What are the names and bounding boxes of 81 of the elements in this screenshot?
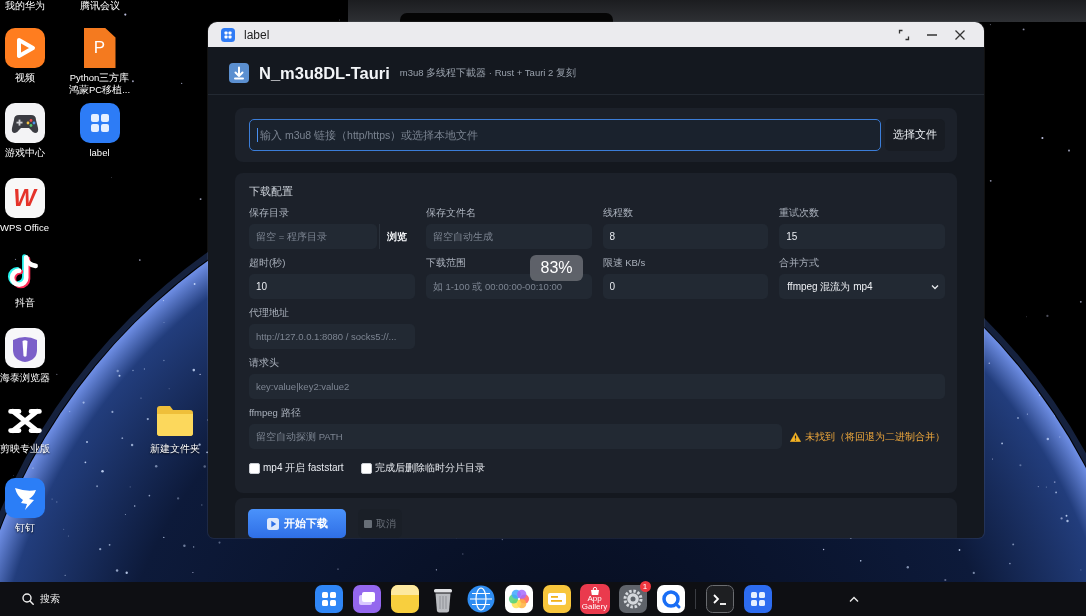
ring-app-icon[interactable] [656, 585, 685, 613]
browse-button[interactable]: 浏览 [378, 224, 415, 249]
icon-label[interactable]: label [89, 147, 110, 159]
app-subtitle: m3u8 多线程下載器 · Rust + Tauri 2 复刻 [399, 66, 576, 80]
choose-file-button[interactable]: 选择文件 [885, 119, 945, 151]
play-app-icon[interactable] [4, 28, 45, 68]
notes-icon[interactable] [390, 585, 419, 613]
window-title: label [244, 27, 270, 42]
icon-label[interactable]: 新建文件夹 [149, 443, 200, 455]
field-label: 代理地址 [249, 307, 289, 319]
globe-icon[interactable] [466, 585, 495, 613]
input-field[interactable]: 15 [779, 224, 945, 249]
wing-app-icon[interactable] [4, 478, 45, 518]
input-field[interactable]: 留空 = 程序目录 [249, 224, 377, 249]
field-label: 保存文件名 [425, 207, 476, 219]
field-label: 请求头 [249, 357, 279, 369]
icon-label[interactable]: 海泰浏览器 [0, 372, 50, 384]
download-icon [229, 63, 249, 83]
field-label: 重试次数 [779, 207, 820, 219]
icon-label[interactable]: 游戏中心 [4, 147, 45, 159]
wallet-icon[interactable] [542, 585, 571, 613]
icon-label[interactable]: 剪映专业版 [0, 443, 50, 455]
terminal-icon[interactable] [705, 585, 734, 613]
field-label: ffmpeg 路径 [249, 407, 301, 419]
input-field[interactable]: 留空自动生成 [425, 224, 592, 249]
icon-label[interactable]: 抖音 [14, 297, 35, 309]
search-button[interactable]: 搜索 [22, 592, 60, 606]
field-label: 保存目录 [249, 207, 289, 219]
app-icon [221, 27, 235, 42]
section-heading: 下载配置 [249, 184, 293, 198]
field-label: 超时(秒) [249, 257, 286, 269]
stop-icon [364, 519, 372, 528]
input-field[interactable]: 8 [602, 224, 769, 249]
play-icon [267, 517, 279, 530]
dropdown[interactable]: ffmpeg 混流为 mp4 [779, 274, 945, 299]
office-app-icon[interactable]: W [4, 178, 45, 218]
checkbox[interactable] [360, 462, 372, 474]
field-label: 下载范围 [425, 257, 466, 269]
warning-message: 未找到（将回退为二进制合并） [805, 429, 945, 444]
shield-app-icon[interactable] [4, 328, 45, 368]
icon-label[interactable]: 腾讯会议 [79, 0, 120, 12]
field-label: 线程数 [602, 207, 633, 219]
icon-label[interactable]: 视频 [14, 72, 35, 84]
chevron-down-icon [931, 283, 939, 290]
input-field[interactable]: http://127.0.0.1:8080 / socks5://... [249, 324, 415, 349]
gamepad-icon[interactable] [4, 103, 45, 143]
grid-app-icon[interactable] [79, 103, 120, 143]
input-field[interactable]: 10 [249, 274, 415, 299]
icon-label[interactable]: 我的华为 [4, 0, 45, 12]
app-store-button[interactable]: App Gallery [579, 584, 610, 614]
search-icon [22, 593, 34, 605]
warning-icon [790, 431, 801, 442]
grid-app-icon[interactable] [743, 585, 772, 613]
icon-label[interactable]: 钉钉 [14, 522, 35, 534]
icon-label[interactable]: WPS Office [0, 222, 49, 234]
field-label: 限速 KB/s [602, 257, 646, 269]
flower-icon[interactable] [504, 585, 533, 613]
start-button[interactable]: 开始下载 [248, 509, 346, 538]
notification-badge: 1 [639, 581, 651, 592]
checkbox-label[interactable]: mp4 开启 faststart [263, 461, 344, 475]
input-field[interactable]: 0 [602, 274, 769, 299]
url-input-field[interactable]: 输入 m3u8 链接（http/https）或选择本地文件 [249, 119, 881, 151]
input-field[interactable]: 如 1-100 或 00:00:00-00:10:00 [425, 274, 592, 299]
close-button[interactable] [954, 28, 966, 41]
input-field[interactable]: key:value|key2:value2 [249, 374, 945, 399]
maximize-button[interactable] [898, 28, 910, 41]
launcher-icon[interactable] [314, 585, 343, 613]
checkbox[interactable] [249, 462, 260, 474]
chevron-up-icon[interactable] [848, 595, 859, 603]
app-title: N_m3u8DL-Tauri [259, 63, 390, 83]
close-icon [954, 28, 966, 41]
input-field[interactable]: 留空自动探测 PATH [249, 424, 782, 449]
windows-icon[interactable] [352, 585, 381, 613]
text-cursor [257, 128, 258, 142]
shopping-bag-icon [589, 587, 600, 595]
expand-icon [898, 28, 910, 41]
gear-icon[interactable] [618, 585, 647, 613]
icon-label[interactable]: Python三方库鸿蒙PC移植... [67, 72, 132, 96]
field-label: 合并方式 [779, 257, 820, 269]
percentage-popup: 83% [530, 255, 583, 281]
checkbox-label[interactable]: 完成后删除临时分片目录 [374, 461, 485, 475]
